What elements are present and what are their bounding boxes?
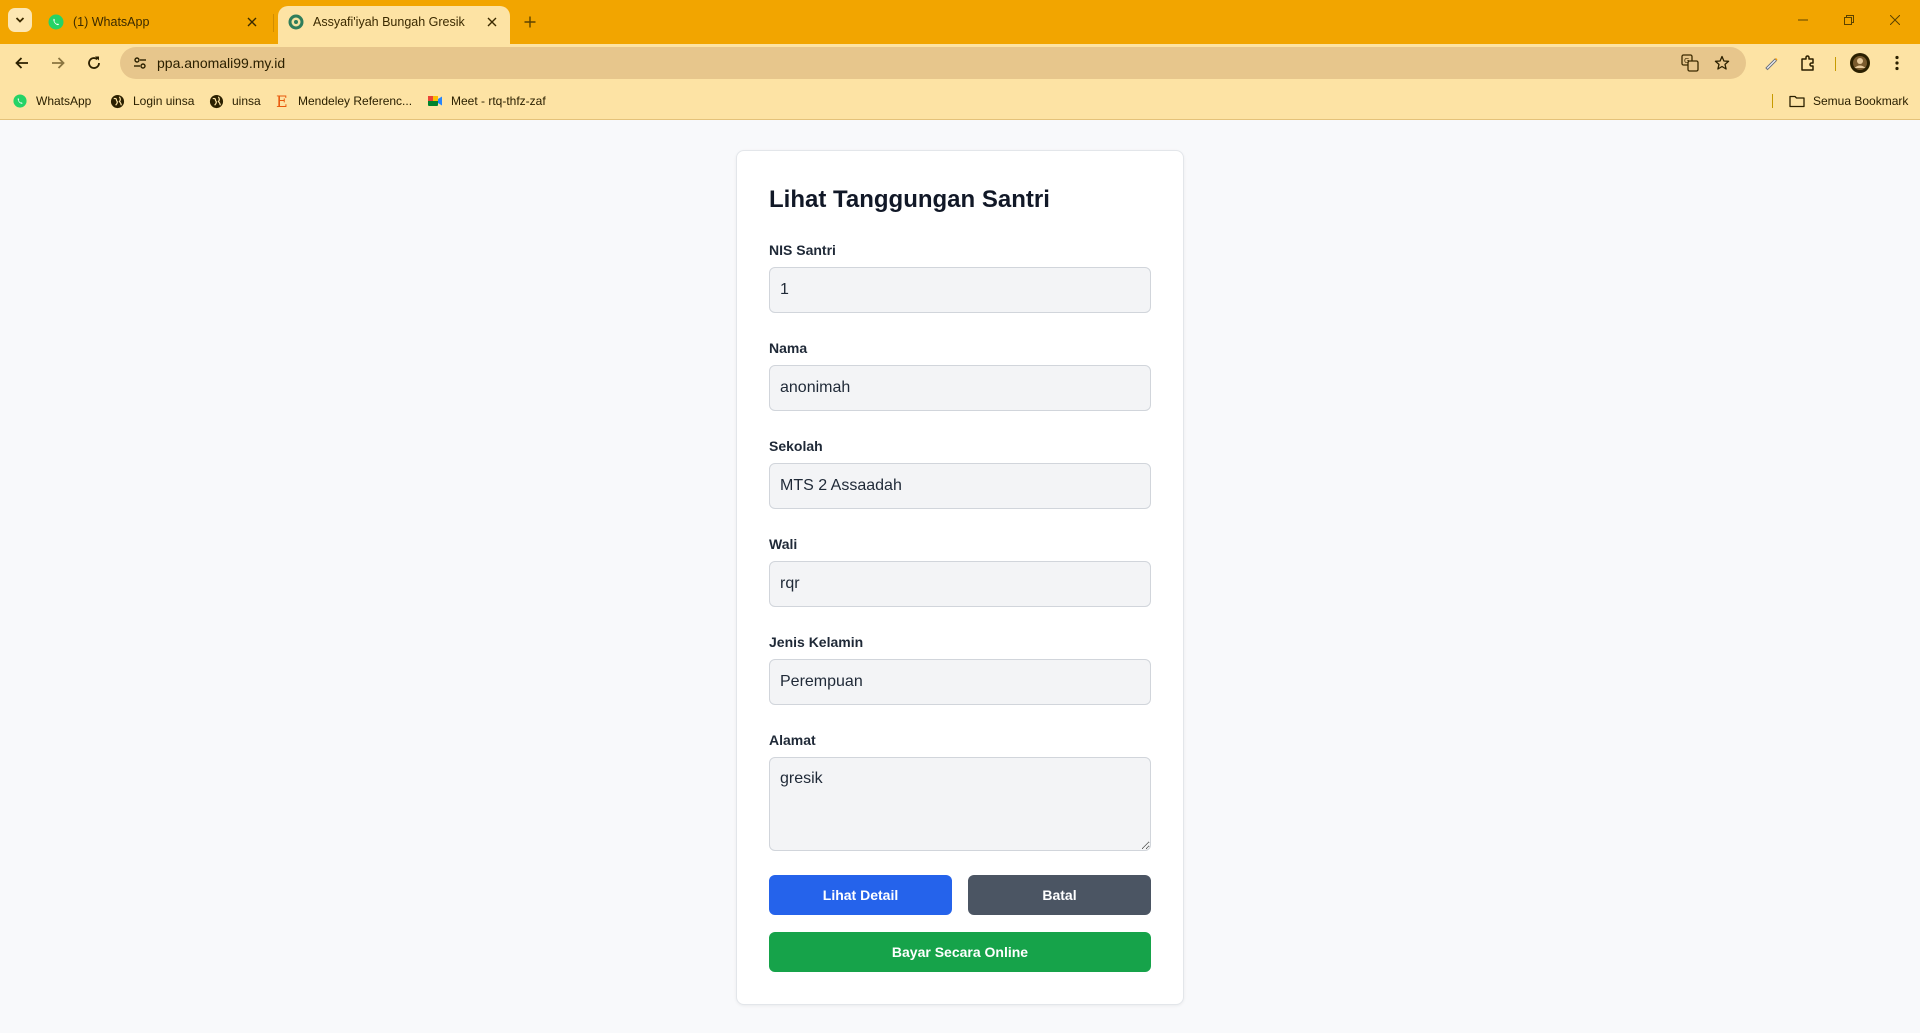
tab-separator: [273, 14, 274, 32]
chevron-down-icon: [15, 17, 25, 23]
svg-text:G: G: [1684, 57, 1689, 65]
svg-text:E: E: [276, 93, 288, 109]
nis-label: NIS Santri: [769, 242, 836, 258]
browser-toolbar: ppa.anomali99.my.id G: [0, 44, 1920, 82]
wali-field[interactable]: [769, 561, 1151, 607]
nis-field[interactable]: [769, 267, 1151, 313]
url-text[interactable]: ppa.anomali99.my.id: [157, 55, 285, 71]
all-bookmarks-button[interactable]: Semua Bookmark: [1789, 91, 1908, 111]
folder-icon: [1789, 93, 1805, 109]
alamat-label: Alamat: [769, 732, 816, 748]
bookmark-uinsa[interactable]: uinsa: [208, 91, 261, 111]
bookmark-label: Mendeley Referenc...: [298, 94, 413, 108]
all-bookmarks-label: Semua Bookmark: [1813, 94, 1909, 108]
tab-title: Assyafi'iyah Bungah Gresik: [313, 15, 465, 29]
forward-button[interactable]: [44, 49, 72, 77]
minimize-button[interactable]: [1780, 0, 1826, 40]
bookmarks-separator: [1772, 94, 1773, 108]
tab-title: (1) WhatsApp: [73, 15, 150, 29]
menu-kebab-icon[interactable]: [1884, 50, 1910, 76]
close-tab-icon[interactable]: [242, 12, 262, 32]
nama-field[interactable]: [769, 365, 1151, 411]
mendeley-icon: E: [274, 93, 290, 109]
batal-button[interactable]: Batal: [968, 875, 1151, 915]
bookmark-mendeley[interactable]: E Mendeley Referenc...: [274, 91, 412, 111]
lihat-detail-button[interactable]: Lihat Detail: [769, 875, 952, 915]
close-icon: [1890, 15, 1900, 25]
bookmark-login-uinsa[interactable]: Login uinsa: [109, 91, 194, 111]
bookmark-star-icon[interactable]: [1712, 53, 1732, 73]
jenis-kelamin-label: Jenis Kelamin: [769, 634, 864, 650]
whatsapp-icon: [48, 14, 64, 30]
close-window-button[interactable]: [1872, 0, 1918, 40]
jenis-kelamin-field[interactable]: [769, 659, 1151, 705]
new-tab-button[interactable]: [518, 10, 542, 34]
toolbar-separator: [1835, 57, 1836, 71]
tab-whatsapp[interactable]: (1) WhatsApp: [38, 6, 270, 38]
reload-icon: [88, 56, 100, 69]
bookmark-whatsapp[interactable]: WhatsApp: [12, 91, 91, 111]
minimize-icon: [1798, 19, 1808, 21]
tab-assyafiiyah[interactable]: Assyafi'iyah Bungah Gresik: [278, 6, 510, 44]
sekolah-label: Sekolah: [769, 438, 823, 454]
santri-form-card: Lihat Tanggungan Santri NIS Santri Nama …: [736, 150, 1184, 1005]
bookmark-label: uinsa: [232, 94, 261, 108]
bookmark-label: Meet - rtq-thfz-zaf: [451, 94, 546, 108]
sekolah-field[interactable]: [769, 463, 1151, 509]
bookmark-label: Login uinsa: [133, 94, 195, 108]
restore-button[interactable]: [1826, 0, 1872, 40]
globe-icon: [208, 93, 224, 109]
address-bar[interactable]: ppa.anomali99.my.id G: [120, 47, 1746, 79]
site-info-icon[interactable]: [130, 53, 150, 73]
plus-icon: [524, 16, 536, 28]
back-button[interactable]: [8, 49, 36, 77]
bookmark-label: WhatsApp: [36, 94, 92, 108]
bookmark-meet[interactable]: Meet - rtq-thfz-zaf: [427, 91, 546, 111]
globe-icon: [109, 93, 125, 109]
site-logo-icon: [288, 14, 304, 30]
nama-label: Nama: [769, 340, 808, 356]
page-title: Lihat Tanggungan Santri: [769, 186, 1050, 213]
reload-button[interactable]: [80, 49, 108, 77]
bookmarks-bar: WhatsApp Login uinsa uinsa E Mendeley Re…: [0, 82, 1920, 120]
translate-icon[interactable]: G: [1680, 53, 1700, 73]
profile-avatar-icon[interactable]: [1847, 50, 1873, 76]
arrow-right-icon: [52, 57, 65, 69]
restore-icon: [1844, 15, 1854, 25]
alamat-field[interactable]: gresik: [769, 757, 1151, 851]
pen-extension-icon[interactable]: [1758, 50, 1784, 76]
bayar-online-button[interactable]: Bayar Secara Online: [769, 932, 1151, 972]
meet-icon: [427, 93, 443, 109]
arrow-left-icon: [15, 57, 28, 69]
close-tab-icon[interactable]: [482, 12, 502, 32]
extensions-puzzle-icon[interactable]: [1795, 50, 1821, 76]
wali-label: Wali: [769, 536, 798, 552]
tab-search-button[interactable]: [8, 8, 32, 32]
browser-tabstrip: (1) WhatsApp Assyafi'iyah Bungah Gresik: [0, 0, 1920, 44]
whatsapp-icon: [12, 93, 28, 109]
